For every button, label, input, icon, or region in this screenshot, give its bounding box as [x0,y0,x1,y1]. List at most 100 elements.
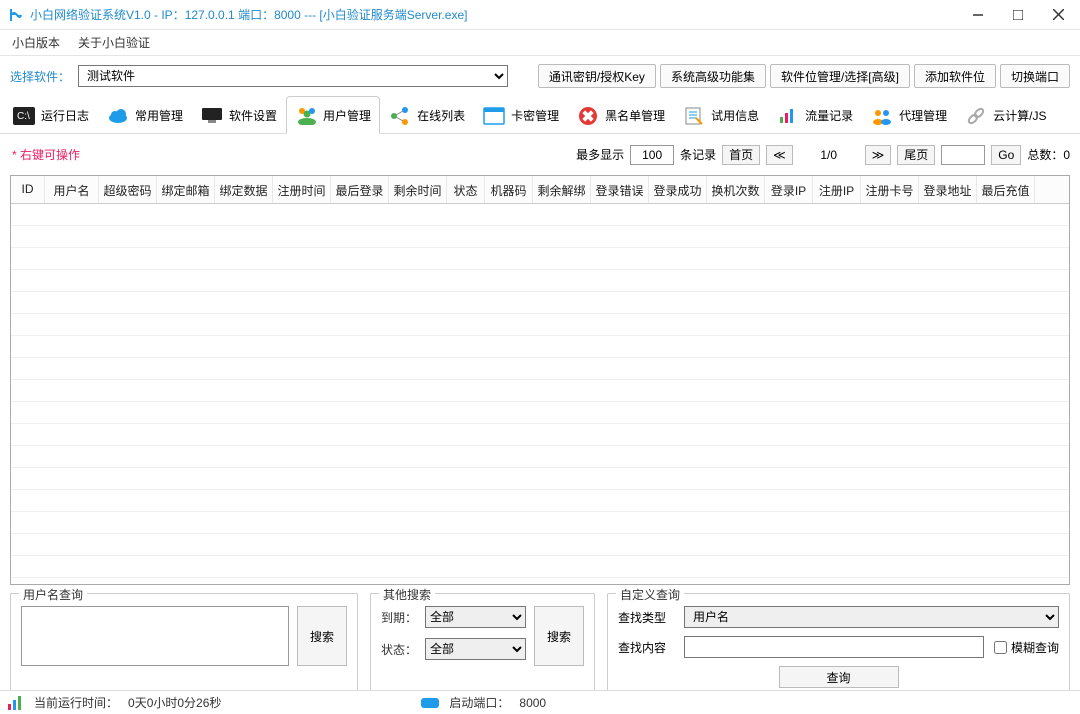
cloud-icon [107,105,129,127]
tab-agent[interactable]: 代理管理 [862,96,956,134]
tab-traffic[interactable]: 流量记录 [768,96,862,134]
close-button[interactable] [1044,4,1072,26]
prev-page-button[interactable]: ≪ [766,145,793,165]
btn-add-slot[interactable]: 添加软件位 [914,64,996,88]
fuzzy-checkbox-label[interactable]: 模糊查询 [994,639,1059,656]
col-header[interactable]: 状态 [447,176,485,203]
next-page-button[interactable]: ≫ [865,145,892,165]
total-label: 总数：0 [1027,146,1070,163]
col-header[interactable]: 绑定数据 [215,176,273,203]
forbidden-icon [577,105,599,127]
table-body [11,204,1069,584]
menu-bar: 小白版本 关于小白验证 [0,30,1080,56]
port-icon [421,698,439,708]
go-button[interactable]: Go [991,145,1021,165]
title-bar: 小白网络验证系统V1.0 - IP：127.0.0.1 端口：8000 --- … [0,0,1080,30]
searchcontent-input[interactable] [684,636,984,658]
chart-icon [777,105,799,127]
btn-advanced-features[interactable]: 系统高级功能集 [660,64,766,88]
col-header[interactable]: 用户名 [45,176,99,203]
col-header[interactable]: 注册时间 [273,176,331,203]
expire-select[interactable]: 全部 [425,606,526,628]
last-page-button[interactable]: 尾页 [897,145,935,165]
searchcontent-label: 查找内容 [618,639,674,656]
tab-trial[interactable]: 试用信息 [674,96,768,134]
col-header[interactable]: 机器码 [485,176,533,203]
table-row [11,402,1069,424]
username-search-input[interactable] [21,606,289,666]
col-header[interactable]: 剩余时间 [389,176,447,203]
col-header[interactable]: ID [11,176,45,203]
username-search-button[interactable]: 搜索 [297,606,347,666]
maxshow-input[interactable] [630,145,674,165]
window-title: 小白网络验证系统V1.0 - IP：127.0.0.1 端口：8000 --- … [30,6,467,23]
table-row [11,226,1069,248]
table-row [11,424,1069,446]
col-header[interactable]: 注册卡号 [861,176,919,203]
first-page-button[interactable]: 首页 [722,145,760,165]
username-search-panel: 用户名查询 搜索 [10,593,358,699]
other-search-panel: 其他搜索 到期： 全部 状态： 全部 搜索 [370,593,595,699]
table-row [11,380,1069,402]
panel-legend: 自定义查询 [616,586,684,603]
col-header[interactable]: 登录地址 [919,176,977,203]
users-icon [295,104,317,126]
svg-text:C:\: C:\ [17,111,30,122]
col-header[interactable]: 绑定邮箱 [157,176,215,203]
table-row [11,512,1069,534]
tab-software-set[interactable]: 软件设置 [192,96,286,134]
status-bar: 当前运行时间： 0天0小时0分26秒 启动端口： 8000 [0,690,1080,714]
tab-common[interactable]: 常用管理 [98,96,192,134]
col-header[interactable]: 登录成功 [649,176,707,203]
pager: 最多显示 条记录 首页 ≪ 1/0 ≫ 尾页 Go 总数：0 [576,145,1070,165]
tab-card[interactable]: 卡密管理 [474,96,568,134]
col-header[interactable]: 剩余解绑 [533,176,591,203]
col-header[interactable]: 登录错误 [591,176,649,203]
col-header[interactable]: 换机次数 [707,176,765,203]
col-header[interactable]: 最后充值 [977,176,1035,203]
menu-about[interactable]: 关于小白验证 [76,30,152,55]
search-panels: 用户名查询 搜索 其他搜索 到期： 全部 状态： 全部 搜索 自定义查询 查找类… [0,585,1080,699]
custom-query-button[interactable]: 查询 [779,666,899,688]
table-row [11,204,1069,226]
port-label: 启动端口： [449,694,509,711]
tab-user-manage[interactable]: 用户管理 [286,96,380,134]
table-row [11,556,1069,578]
menu-version[interactable]: 小白版本 [10,30,62,55]
tab-blacklist[interactable]: 黑名单管理 [568,96,674,134]
table-row [11,270,1069,292]
custom-search-panel: 自定义查询 查找类型 用户名 查找内容 模糊查询 查询 [607,593,1070,699]
runtime-value: 0天0小时0分26秒 [128,694,221,711]
maximize-button[interactable] [1004,4,1032,26]
minimize-button[interactable] [964,4,992,26]
main-tabs: C:\运行日志 常用管理 软件设置 用户管理 在线列表 卡密管理 黑名单管理 试… [0,96,1080,134]
goto-page-input[interactable] [941,145,985,165]
status-select[interactable]: 全部 [425,638,526,660]
tab-runlog[interactable]: C:\运行日志 [4,96,98,134]
table-row [11,314,1069,336]
panel-legend: 其他搜索 [379,586,435,603]
col-header[interactable]: 登录IP [765,176,813,203]
tab-online[interactable]: 在线列表 [380,96,474,134]
table-row [11,336,1069,358]
btn-switch-port[interactable]: 切换端口 [1000,64,1070,88]
tab-cloud-js[interactable]: 云计算/JS [956,96,1055,134]
user-table[interactable]: ID用户名超级密码绑定邮箱绑定数据注册时间最后登录剩余时间状态机器码剩余解绑登录… [10,175,1070,585]
btn-auth-key[interactable]: 通讯密钥/授权Key [538,64,656,88]
status-label: 状态： [381,641,417,658]
searchtype-select[interactable]: 用户名 [684,606,1059,628]
table-header: ID用户名超级密码绑定邮箱绑定数据注册时间最后登录剩余时间状态机器码剩余解绑登录… [11,176,1069,204]
col-header[interactable]: 超级密码 [99,176,157,203]
col-header[interactable]: 注册IP [813,176,861,203]
port-value: 8000 [519,696,546,710]
link-icon [965,105,987,127]
other-search-button[interactable]: 搜索 [534,606,584,666]
runtime-label: 当前运行时间： [34,694,118,711]
table-row [11,248,1069,270]
window-icon [483,105,505,127]
fuzzy-checkbox[interactable] [994,641,1007,654]
software-select[interactable]: 测试软件 [78,65,508,87]
btn-slot-manage[interactable]: 软件位管理/选择[高级] [770,64,910,88]
table-row [11,468,1069,490]
col-header[interactable]: 最后登录 [331,176,389,203]
